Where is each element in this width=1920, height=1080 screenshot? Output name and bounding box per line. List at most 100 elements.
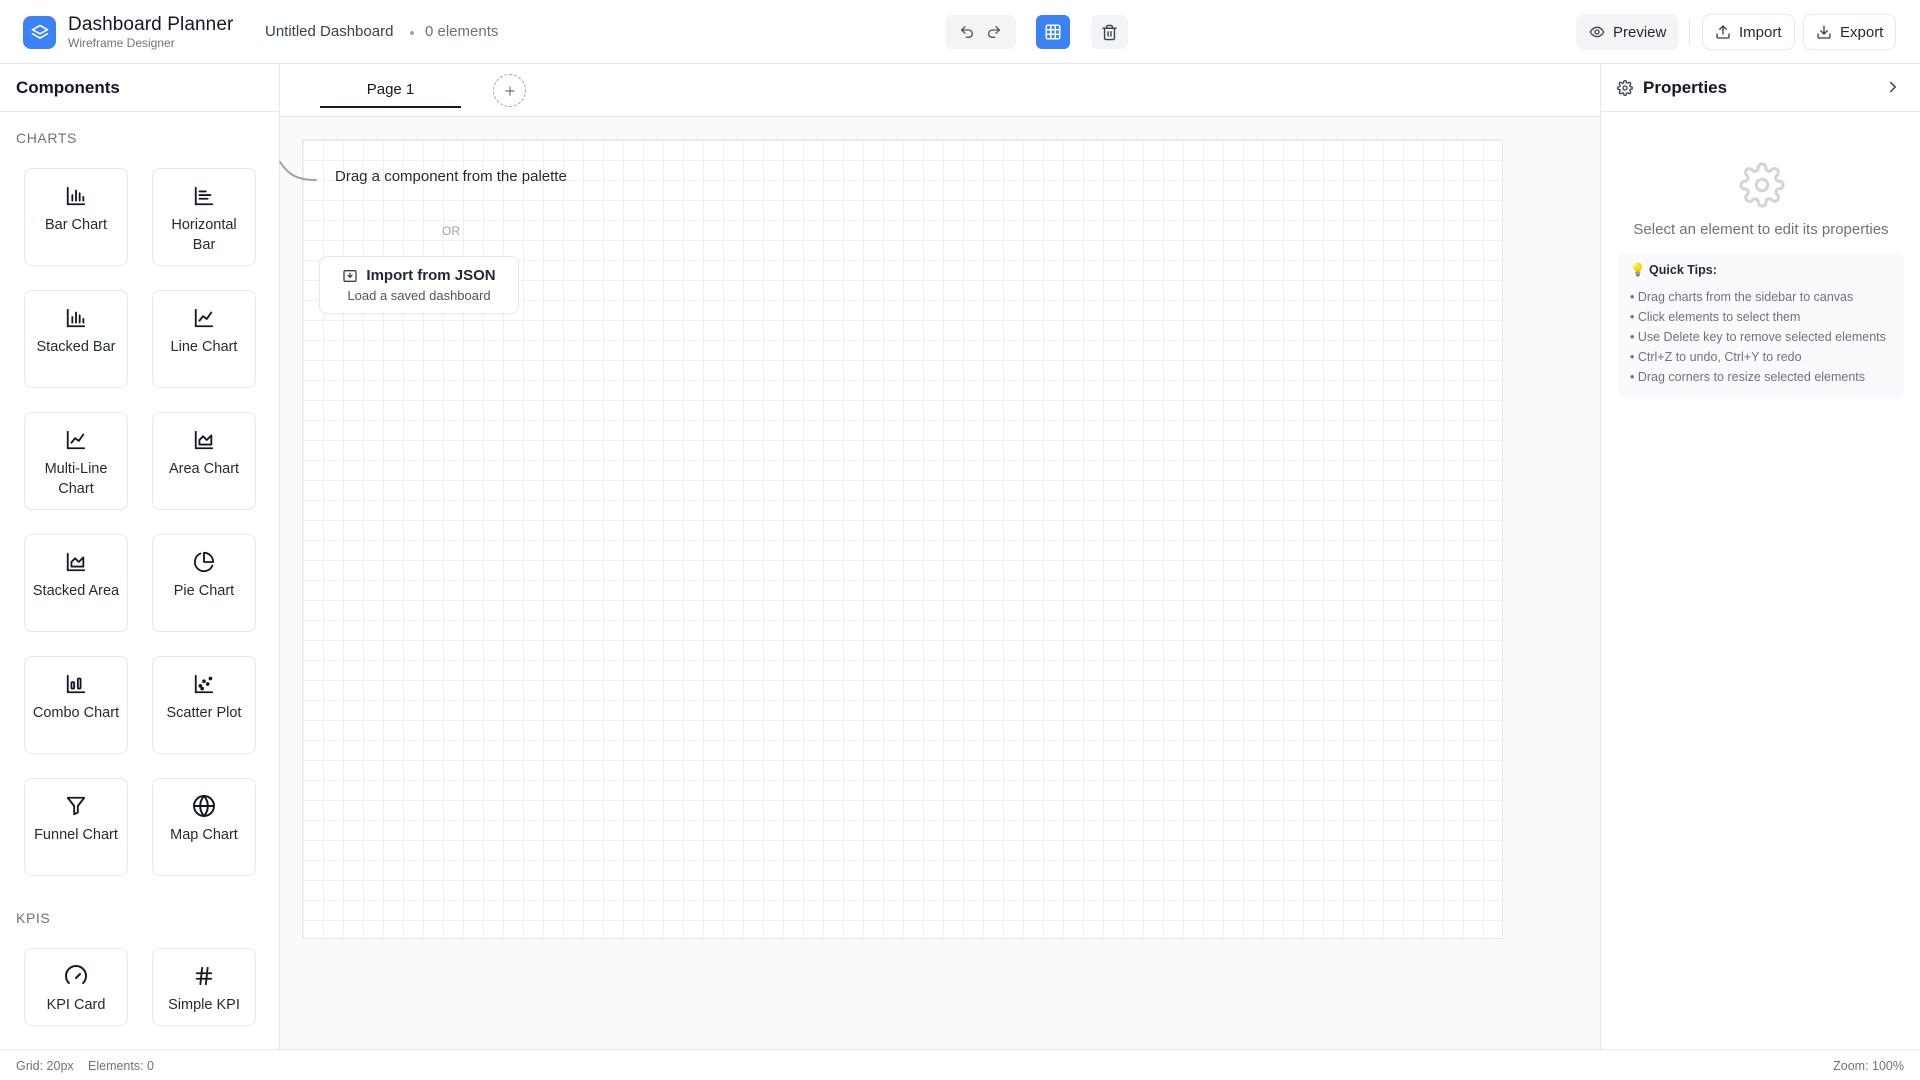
component-palette: Components CHARTS Bar Chart Horizontal B…	[0, 64, 280, 1049]
drag-hint: Drag a component from the palette	[335, 168, 567, 185]
palette-item-label: Line Chart	[170, 339, 238, 355]
tab-page-1[interactable]: Page 1	[320, 72, 461, 108]
hash-icon	[191, 963, 217, 989]
undo-button[interactable]	[954, 19, 980, 45]
undo-redo-group	[945, 15, 1016, 49]
or-divider: OR	[442, 224, 460, 238]
chevron-right-icon[interactable]	[1884, 78, 1902, 96]
import-json-card[interactable]: Import from JSON Load a saved dashboard	[319, 256, 519, 314]
plus-icon	[504, 85, 515, 96]
properties-header: Properties	[1601, 64, 1920, 112]
properties-panel: Properties Select an element to edit its…	[1600, 64, 1920, 1049]
top-toolbar: Dashboard Planner Wireframe Designer Unt…	[0, 0, 1920, 64]
palette-item-label: Simple KPI	[168, 997, 240, 1013]
palette-item-combo-chart[interactable]: Combo Chart	[24, 656, 128, 754]
palette-item-simple-kpi[interactable]: Simple KPI	[152, 948, 256, 1026]
export-label: Export	[1840, 23, 1884, 41]
element-count: 0 elements	[425, 23, 499, 40]
scatter-plot-icon	[191, 671, 217, 697]
tip-item: • Ctrl+Z to undo, Ctrl+Y to redo	[1630, 350, 1802, 364]
canvas-area: Page 1	[280, 64, 1600, 1049]
palette-item-line-chart[interactable]: Line Chart	[152, 290, 256, 388]
funnel-icon	[63, 793, 89, 819]
toolbar-divider	[1689, 19, 1690, 45]
dashboard-name-input[interactable]: Untitled Dashboard	[257, 19, 401, 45]
elements-status: Elements: 0	[88, 1059, 155, 1073]
palette-item-label: Scatter Plot	[166, 705, 242, 721]
separator-dot	[410, 31, 414, 35]
stacked-bar-icon	[63, 305, 89, 331]
grid-icon	[1045, 24, 1061, 40]
pie-chart-icon	[191, 549, 217, 575]
area-chart-icon	[191, 427, 217, 453]
properties-title: Properties	[1643, 77, 1728, 97]
tip-item: • Use Delete key to remove selected elem…	[1630, 330, 1886, 344]
curved-arrow-icon	[279, 161, 317, 181]
toggle-grid-button[interactable]	[1036, 15, 1070, 49]
palette-item-label: Stacked Bar	[36, 339, 116, 355]
preview-button[interactable]: Preview	[1576, 14, 1680, 50]
section-title-charts: CHARTS	[16, 130, 77, 146]
tip-item: • Drag charts from the sidebar to canvas	[1630, 290, 1854, 304]
combo-chart-icon	[63, 671, 89, 697]
palette-item-label: Pie Chart	[173, 583, 235, 599]
palette-item-stacked-area[interactable]: Stacked Area	[24, 534, 128, 632]
palette-item-pie-chart[interactable]: Pie Chart	[152, 534, 256, 632]
palette-item-funnel-chart[interactable]: Funnel Chart	[24, 778, 128, 876]
palette-item-label: Area Chart	[168, 461, 240, 477]
status-bar: Grid: 20px Elements: 0 Zoom: 100%	[0, 1049, 1920, 1080]
grid-size-status: Grid: 20px	[16, 1059, 74, 1073]
palette-item-horizontal-bar[interactable]: Horizontal Bar	[152, 168, 256, 266]
globe-icon	[191, 793, 217, 819]
app-subtitle: Wireframe Designer	[68, 36, 175, 50]
palette-item-scatter-plot[interactable]: Scatter Plot	[152, 656, 256, 754]
palette-item-area-chart[interactable]: Area Chart	[152, 412, 256, 510]
trash-icon	[1102, 24, 1117, 40]
layers-logo-icon	[23, 16, 56, 49]
settings-gear-icon	[1617, 79, 1633, 96]
import-tray-icon	[343, 269, 358, 282]
palette-item-label: Map Chart	[170, 827, 238, 843]
undo-icon	[960, 26, 973, 38]
import-button[interactable]: Import	[1702, 14, 1795, 50]
eye-icon	[1589, 26, 1605, 38]
line-chart-icon	[191, 305, 217, 331]
zoom-status: Zoom: 100%	[1833, 1059, 1904, 1073]
palette-item-label: Stacked Area	[32, 583, 120, 599]
tip-item: • Drag corners to resize selected elemen…	[1630, 370, 1866, 384]
import-json-subtitle: Load a saved dashboard	[347, 288, 491, 303]
multi-line-icon	[63, 427, 89, 453]
import-label: Import	[1739, 23, 1782, 41]
export-button[interactable]: Export	[1803, 14, 1897, 50]
empty-selection-message: Select an element to edit its properties	[1633, 221, 1889, 238]
palette-item-label: Funnel Chart	[34, 827, 118, 843]
palette-item-map-chart[interactable]: Map Chart	[152, 778, 256, 876]
palette-item-label: KPI Card	[46, 997, 106, 1013]
section-title-kpis: KPIS	[16, 910, 51, 926]
page-tabs: Page 1	[280, 64, 1600, 117]
upload-icon	[1716, 25, 1730, 39]
palette-item-label: Bar Chart	[44, 217, 108, 233]
palette-item-multi-line-chart[interactable]: Multi-Line Chart	[24, 412, 128, 510]
palette-item-stacked-bar[interactable]: Stacked Bar	[24, 290, 128, 388]
palette-item-kpi-card[interactable]: KPI Card	[24, 948, 128, 1026]
palette-item-label: Multi-Line Chart	[44, 461, 108, 497]
palette-item-label: Horizontal Bar	[171, 217, 237, 253]
import-json-title: Import from JSON	[366, 267, 496, 284]
quick-tips-box: 💡 Quick Tips: • Drag charts from the sid…	[1618, 253, 1904, 397]
palette-title: Components	[0, 64, 279, 112]
app-title: Dashboard Planner	[68, 14, 234, 35]
redo-icon	[988, 26, 1001, 38]
tip-item: • Click elements to select them	[1630, 310, 1801, 324]
bar-chart-icon	[63, 183, 89, 209]
gauge-icon	[63, 963, 89, 989]
horizontal-bar-icon	[191, 183, 217, 209]
redo-button[interactable]	[981, 19, 1007, 45]
tips-title: 💡 Quick Tips:	[1630, 263, 1717, 277]
preview-label: Preview	[1613, 23, 1667, 41]
palette-item-bar-chart[interactable]: Bar Chart	[24, 168, 128, 266]
palette-item-label: Combo Chart	[32, 705, 120, 721]
stacked-area-icon	[63, 549, 89, 575]
add-page-button[interactable]	[493, 74, 526, 107]
clear-canvas-button[interactable]	[1091, 15, 1128, 49]
